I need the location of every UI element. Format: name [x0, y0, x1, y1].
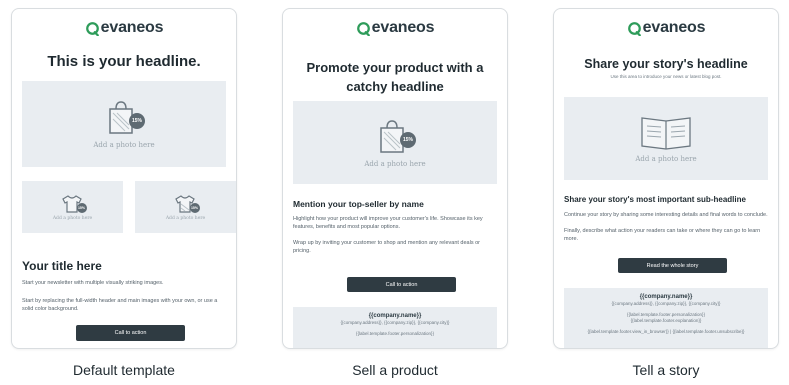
footer-address: {{company.address}}, {{company.zip}}, {{…: [340, 320, 450, 325]
email-footer: {{company.name}} {{company.address}}, {{…: [564, 288, 768, 348]
brand-name: evaneos: [100, 19, 164, 36]
body-text: Highlight how your product will improve …: [293, 216, 483, 230]
footer-company-name: {{company.name}}: [368, 313, 422, 319]
body-text: Start your newsletter with multiple visu…: [22, 280, 164, 286]
brand-name: evaneos: [642, 19, 706, 36]
headline: Promote your product with a catchy headl…: [291, 58, 499, 96]
headline: This is your headline.: [47, 53, 201, 70]
discount-badge: 15%: [400, 131, 416, 148]
intro-text: Use this area to introduce your news or …: [610, 74, 722, 79]
hero-photo-placeholder: 15% Add a photo here: [293, 101, 497, 184]
discount-badge: 15%: [76, 202, 87, 213]
brand-logo: evaneos: [12, 19, 236, 37]
photo-caption: Add a photo here: [635, 154, 697, 163]
body-text: Finally, describe what action your reade…: [564, 228, 761, 242]
footer-company-name: {{company.name}}: [639, 294, 693, 300]
hero-photo-placeholder: 15% Add a photo here: [22, 81, 226, 167]
discount-badge: 15%: [129, 113, 145, 129]
call-to-action-button: Call to action: [347, 277, 456, 292]
template-card-default[interactable]: evaneos This is your headline. 15% Add a…: [11, 8, 237, 349]
photo-placeholder-right: 15% Add a photo here: [135, 181, 236, 233]
body-text: Continue your story by sharing some inte…: [564, 212, 768, 218]
photo-caption: Add a photo here: [93, 141, 155, 149]
discount-badge: 15%: [189, 202, 200, 213]
headline-line: catchy headline: [346, 79, 444, 94]
evaneos-logo-icon: [356, 21, 370, 36]
brand-name: evaneos: [371, 19, 435, 36]
photo-caption: Add a photo here: [364, 159, 426, 168]
section-title: Your title here: [22, 259, 102, 273]
body-text: Start by replacing the full-width header…: [22, 298, 218, 312]
photo-placeholder-left: 15% Add a photo here: [22, 181, 123, 233]
read-story-button: Read the whole story: [618, 258, 727, 273]
template-card-sell-product[interactable]: evaneos Promote your product with a catc…: [282, 8, 508, 349]
email-footer: {{company.name}} {{company.address}}, {{…: [293, 307, 497, 348]
evaneos-logo-icon: [627, 21, 641, 36]
brand-logo: evaneos: [554, 19, 778, 37]
brand-logo: evaneos: [283, 19, 507, 37]
photo-caption: Add a photo here: [165, 215, 206, 221]
footer-personalization: {{label.template.footer.personalization}…: [355, 331, 435, 336]
template-card-tell-story[interactable]: evaneos Share your story's headline Use …: [553, 8, 779, 349]
footer-address: {{company.address}}, {{company.zip}}, {{…: [611, 301, 721, 306]
photo-caption: Add a photo here: [52, 215, 93, 221]
hero-photo-placeholder: Add a photo here: [564, 97, 768, 180]
footer-explanation: {{label.template.footer.explanation}}: [630, 318, 702, 323]
headline-line: Promote your product with a: [306, 60, 484, 75]
template-label[interactable]: Default template: [11, 362, 237, 378]
section-subheadline: Mention your top-seller by name: [293, 199, 424, 209]
call-to-action-button: Call to action: [76, 325, 185, 341]
evaneos-logo-icon: [85, 21, 99, 36]
open-book-icon: [641, 116, 691, 150]
section-subheadline: Share your story's most important sub-he…: [564, 195, 746, 204]
template-label[interactable]: Sell a product: [282, 362, 508, 378]
headline: Share your story's headline: [584, 57, 748, 71]
template-label[interactable]: Tell a story: [553, 362, 779, 378]
footer-links: {{label.template.footer.view_in_browser}…: [587, 329, 745, 334]
body-text: Wrap up by inviting your customer to sho…: [293, 240, 480, 254]
